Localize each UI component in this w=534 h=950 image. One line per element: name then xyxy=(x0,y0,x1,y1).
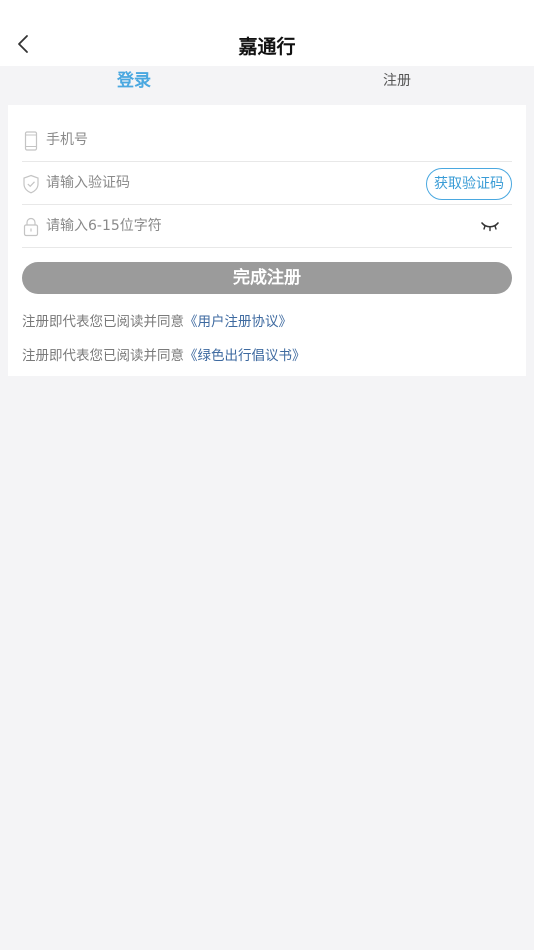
user-agreement-link[interactable]: 《用户注册协议》 xyxy=(184,314,292,330)
phone-icon xyxy=(24,131,38,151)
tab-register[interactable]: 注册 xyxy=(297,66,497,96)
shield-icon xyxy=(23,174,39,194)
agreement-line-user: 注册即代表您已阅读并同意《用户注册协议》 xyxy=(22,310,292,330)
tab-login[interactable]: 登录 xyxy=(34,66,234,96)
agreement-prefix: 注册即代表您已阅读并同意 xyxy=(22,348,184,364)
password-field-row xyxy=(22,205,512,248)
complete-register-button[interactable]: 完成注册 xyxy=(22,262,512,294)
password-input[interactable] xyxy=(46,205,426,247)
get-code-button[interactable]: 获取验证码 xyxy=(426,168,512,200)
register-page: 嘉通行 登录 注册 获取验证码 xyxy=(0,0,534,950)
register-form: 获取验证码 完成注册 注册即代表您已阅读并同意《用户注册协议》 注册即代表您已阅… xyxy=(8,105,526,376)
agreement-line-green: 注册即代表您已阅读并同意《绿色出行倡议书》 xyxy=(22,344,306,364)
lock-icon xyxy=(23,217,39,237)
code-input[interactable] xyxy=(46,162,396,204)
tab-bar: 登录 注册 xyxy=(0,66,534,102)
code-field-row: 获取验证码 xyxy=(22,162,512,205)
phone-input[interactable] xyxy=(46,119,426,161)
green-travel-proposal-link[interactable]: 《绿色出行倡议书》 xyxy=(184,348,306,364)
page-title: 嘉通行 xyxy=(238,36,296,58)
phone-field-row xyxy=(22,119,512,162)
header: 嘉通行 xyxy=(0,0,534,66)
agreement-prefix: 注册即代表您已阅读并同意 xyxy=(22,314,184,330)
eye-closed-icon[interactable] xyxy=(480,218,500,234)
